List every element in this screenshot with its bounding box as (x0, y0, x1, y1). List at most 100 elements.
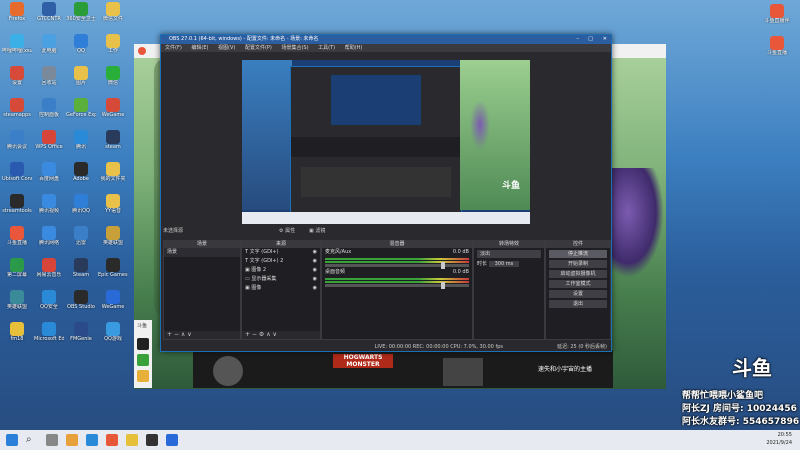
desktop-icon[interactable]: 工作 (98, 34, 128, 66)
start-recording-button[interactable]: 开始录制 (549, 260, 607, 268)
properties-button[interactable]: ⚙ 属性 (279, 227, 295, 234)
close-icon[interactable]: ✕ (603, 35, 607, 44)
desktop-icon[interactable]: QQ (66, 34, 96, 66)
desktop-icon[interactable]: 我的文件夹 (98, 162, 128, 194)
desktop-icon[interactable]: FMGenie (66, 322, 96, 354)
desktop-icon[interactable]: Adobe (66, 162, 96, 194)
virtual-camera-button[interactable]: 启动虚拟摄像机 (549, 270, 607, 278)
desktop-icon[interactable]: 腾讯会议 (2, 130, 32, 162)
desktop-icon[interactable]: 回收站 (34, 66, 64, 98)
taskbar-app-icon[interactable] (86, 434, 98, 446)
desktop-icon[interactable]: WPS Office (34, 130, 64, 162)
desktop-icon[interactable]: 英雄联盟 (98, 226, 128, 258)
filters-button[interactable]: ▣ 滤镜 (309, 227, 325, 234)
source-item[interactable]: T 文字 (GDI+) 2 ◉ (242, 257, 320, 266)
up-icon[interactable]: ∧ (266, 331, 270, 338)
eye-icon[interactable]: ◉ (313, 266, 317, 275)
desktop-icon[interactable]: 斗鱼直播 (2, 226, 32, 258)
menu-view[interactable]: 视图(V) (218, 45, 235, 51)
desktop-icon[interactable]: 腾讯QQ (66, 194, 96, 226)
desktop-icon[interactable]: 图片 (66, 66, 96, 98)
desktop-icon[interactable]: QQ安全 (34, 290, 64, 322)
source-item[interactable]: ▣ 图像 2 ◉ (242, 266, 320, 275)
sidebar-app-icon[interactable] (137, 354, 149, 366)
maximize-icon[interactable]: □ (588, 35, 593, 44)
desktop-icon[interactable]: GTCCNTR (34, 2, 64, 34)
settings-button[interactable]: 设置 (549, 290, 607, 298)
desktop-icon[interactable]: 微信 (98, 66, 128, 98)
obs-taskbar-icon[interactable] (146, 434, 158, 446)
desktop-icon[interactable]: WeGame (98, 98, 128, 130)
desktop-icon[interactable]: 腾讯 (66, 130, 96, 162)
eye-icon[interactable]: ◉ (313, 275, 317, 284)
taskbar-app-icon[interactable] (66, 434, 78, 446)
desktop-icon[interactable]: 哔哩哔哩(xsuper) (2, 34, 32, 66)
add-icon[interactable]: + (245, 331, 250, 338)
eye-icon[interactable]: ◉ (313, 257, 317, 266)
obs-titlebar[interactable]: OBS 27.0.1 (64-bit, windows) - 配置文件: 未命名… (161, 35, 611, 44)
desktop-icon[interactable]: 第二屏幕 (2, 258, 32, 290)
desktop-icon[interactable]: WeGame (98, 290, 128, 322)
desktop-icon[interactable]: 迅雷 (66, 226, 96, 258)
source-item[interactable]: T 文字 (GDI+) ◉ (242, 248, 320, 257)
down-icon[interactable]: ∨ (187, 331, 191, 338)
desktop-icon[interactable]: 网易云音乐 (34, 258, 64, 290)
menu-file[interactable]: 文件(F) (165, 45, 182, 51)
search-icon[interactable]: ⌕ (26, 434, 38, 446)
eye-icon[interactable]: ◉ (313, 248, 317, 257)
desktop-icon[interactable]: 控制面板 (34, 98, 64, 130)
sidebar-app-icon[interactable] (137, 338, 149, 350)
remove-icon[interactable]: − (174, 331, 179, 338)
desktop-icon[interactable]: 360安全卫士 (66, 2, 96, 34)
desktop-icon[interactable]: steam (98, 130, 128, 162)
desktop-icon[interactable]: Ubisoft Connect (2, 162, 32, 194)
gear-icon[interactable]: ⚙ (259, 331, 264, 338)
menu-scene-collection[interactable]: 场景集合(S) (281, 45, 308, 51)
menu-tools[interactable]: 工具(T) (318, 45, 335, 51)
obs-preview[interactable]: 斗鱼 (242, 60, 530, 224)
desktop-icon[interactable]: steamapps (2, 98, 32, 130)
desktop-icon[interactable]: QQ游戏 (98, 322, 128, 354)
desktop-icon[interactable]: OBS Studio (66, 290, 96, 322)
volume-slider[interactable] (325, 262, 469, 269)
desktop-icon[interactable]: Steam (66, 258, 96, 290)
sidebar-app-icon[interactable] (137, 370, 149, 382)
task-view-icon[interactable] (46, 434, 58, 446)
desktop-icon[interactable]: Firefox (2, 2, 32, 34)
desktop-icon[interactable]: 设置 (2, 66, 32, 98)
desktop-icon[interactable]: fm18 (2, 322, 32, 354)
source-item[interactable]: ▣ 图像 ◉ (242, 284, 320, 293)
studio-mode-button[interactable]: 工作室模式 (549, 280, 607, 288)
stop-streaming-button[interactable]: 停止推流 (549, 250, 607, 258)
menu-profile[interactable]: 配置文件(P) (245, 45, 272, 51)
transition-select[interactable]: 淡出 (477, 250, 541, 258)
source-item[interactable]: ▭ 显示器采集 ◉ (242, 275, 320, 284)
desktop-icon[interactable]: Microsoft Edge (34, 322, 64, 354)
menu-help[interactable]: 帮助(H) (345, 45, 363, 51)
desktop-icon[interactable]: 斗鱼直播伴 (762, 4, 792, 36)
duration-input[interactable]: 300 ms (488, 261, 520, 267)
obs-window[interactable]: OBS 27.0.1 (64-bit, windows) - 配置文件: 未命名… (160, 34, 612, 352)
taskbar-app-icon[interactable] (106, 434, 118, 446)
desktop-icon[interactable]: 微信文件 (98, 2, 128, 34)
remove-icon[interactable]: − (252, 331, 257, 338)
desktop-icon[interactable]: 斗鱼直播 (762, 36, 792, 68)
minimize-icon[interactable]: – (577, 35, 580, 44)
eye-icon[interactable]: ◉ (313, 284, 317, 293)
up-icon[interactable]: ∧ (181, 331, 185, 338)
desktop-icon[interactable]: GeForce Experience (66, 98, 96, 130)
down-icon[interactable]: ∨ (273, 331, 277, 338)
desktop-icon[interactable]: 此电脑 (34, 34, 64, 66)
desktop-icon[interactable]: 百度网盘 (34, 162, 64, 194)
desktop-icon[interactable]: YY语音 (98, 194, 128, 226)
windows-start-icon[interactable] (6, 434, 18, 446)
desktop-icon[interactable]: streamtools (2, 194, 32, 226)
taskbar-app-icon[interactable] (126, 434, 138, 446)
exit-button[interactable]: 退出 (549, 300, 607, 308)
clock[interactable]: 20:55 2021/9/24 (766, 431, 792, 447)
scene-item[interactable]: 场景 (164, 248, 240, 257)
desktop-icon[interactable]: 腾讯网络 (34, 226, 64, 258)
menu-edit[interactable]: 编辑(E) (191, 45, 208, 51)
volume-slider[interactable] (325, 282, 469, 289)
desktop-icon[interactable]: Epic Games Launcher (98, 258, 128, 290)
